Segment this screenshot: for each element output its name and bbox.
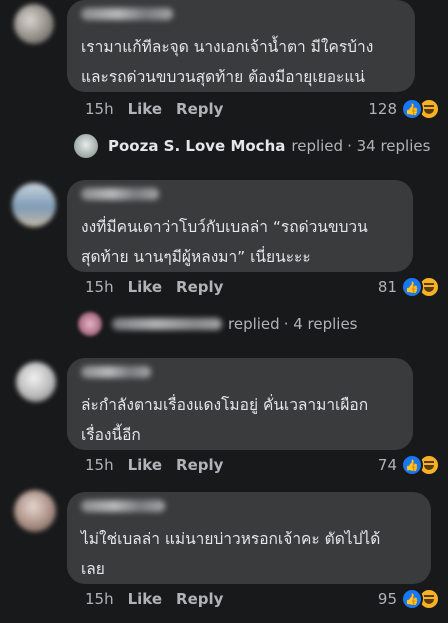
blurred-author-name[interactable] (81, 8, 173, 20)
replied-label: replied (228, 315, 280, 333)
blurred-author-name[interactable] (81, 188, 159, 200)
like-button[interactable]: Like (128, 100, 162, 118)
reply-button[interactable]: Reply (176, 590, 223, 608)
reaction-summary[interactable]: 95 👍 (378, 588, 440, 610)
like-reaction-icon: 👍 (401, 98, 423, 120)
blurred-author-name[interactable] (81, 366, 151, 378)
reaction-summary[interactable]: 128 👍 (368, 98, 440, 120)
replied-label: replied (291, 137, 344, 155)
comment-bubble: งงที่มีคนเดาว่าโบว์กับเบลล่า “รถด่วนขบวน… (67, 180, 413, 272)
blurred-author-name (112, 318, 222, 330)
timestamp[interactable]: 15h (85, 456, 114, 474)
reaction-count: 74 (377, 456, 397, 474)
timestamp[interactable]: 15h (85, 100, 114, 118)
reply-author-avatar (74, 134, 98, 158)
view-replies-link[interactable]: Pooza S. Love Mocha replied · 34 replies (74, 134, 430, 158)
view-replies-link[interactable]: replied · 4 replies (78, 312, 358, 336)
like-button[interactable]: Like (128, 590, 162, 608)
reply-button[interactable]: Reply (176, 100, 223, 118)
like-reaction-icon: 👍 (401, 588, 423, 610)
blurred-author-name[interactable] (81, 500, 165, 512)
reply-button[interactable]: Reply (176, 456, 223, 474)
like-reaction-icon: 👍 (401, 276, 423, 298)
comment-bubble: เรามาแก้ทีละจุด นางเอกเจ้าน้ำตา มีใครบ้า… (67, 0, 415, 92)
reaction-count: 95 (377, 590, 397, 608)
reaction-count: 81 (377, 278, 397, 296)
reply-author-name: Pooza S. Love Mocha (108, 137, 286, 155)
reply-author-avatar (78, 312, 102, 336)
reaction-summary[interactable]: 74 👍 (378, 454, 440, 476)
comment-actions: 15h Like Reply (85, 456, 223, 474)
avatar[interactable] (14, 490, 56, 532)
reply-button[interactable]: Reply (176, 278, 223, 296)
comment-bubble: ล่ะกำลังตามเรื่องแดงโมอยู่ คั่นเวลามาเผื… (67, 358, 413, 450)
reaction-count: 128 (368, 100, 397, 118)
like-button[interactable]: Like (128, 278, 162, 296)
avatar[interactable] (12, 183, 56, 227)
comment-text: ล่ะกำลังตามเรื่องแดงโมอยู่ คั่นเวลามาเผื… (81, 396, 369, 444)
comment-text: เรามาแก้ทีละจุด นางเอกเจ้าน้ำตา มีใครบ้า… (81, 38, 374, 86)
comment-bubble: ไม่ใช่เบลล่า แม่นายบ่าวหรอกเจ้าคะ ตัดไปไ… (67, 492, 431, 584)
reply-count: · 34 replies (347, 137, 431, 155)
comment-actions: 15h Like Reply (85, 590, 223, 608)
like-reaction-icon: 👍 (401, 454, 423, 476)
reaction-summary[interactable]: 81 👍 (378, 276, 440, 298)
comment-actions: 15h Like Reply (85, 100, 223, 118)
comment-actions: 15h Like Reply (85, 278, 223, 296)
comment-text: งงที่มีคนเดาว่าโบว์กับเบลล่า “รถด่วนขบวน… (81, 218, 368, 266)
comment-text: ไม่ใช่เบลล่า แม่นายบ่าวหรอกเจ้าคะ ตัดไปไ… (81, 530, 381, 578)
avatar[interactable] (14, 4, 54, 44)
timestamp[interactable]: 15h (85, 590, 114, 608)
timestamp[interactable]: 15h (85, 278, 114, 296)
like-button[interactable]: Like (128, 456, 162, 474)
reply-count: · 4 replies (283, 315, 358, 333)
avatar[interactable] (16, 362, 56, 402)
